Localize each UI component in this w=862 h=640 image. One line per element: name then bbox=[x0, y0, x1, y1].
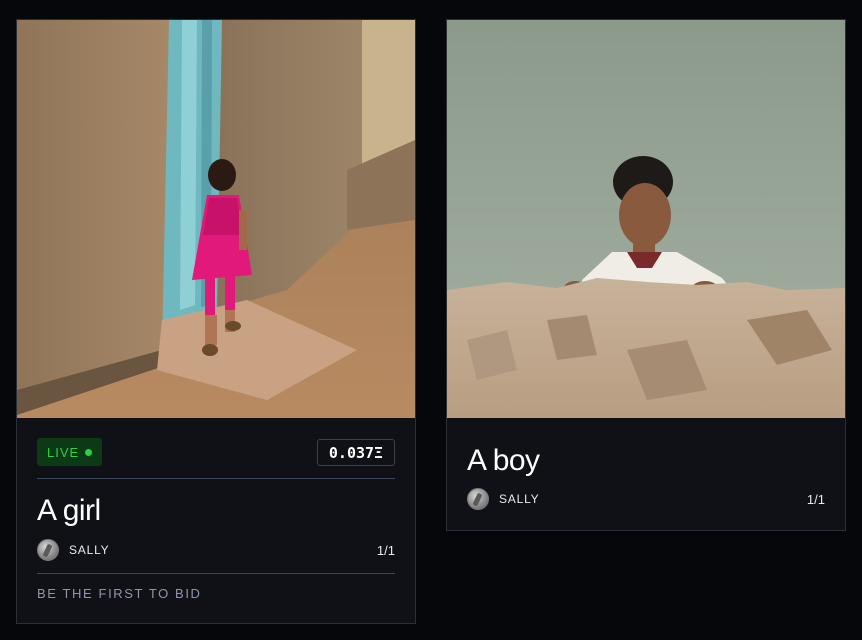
nft-card-girl[interactable]: LIVE 0.037Ξ A girl SALLY 1/1 BE THE FIRS… bbox=[16, 19, 416, 624]
price-display: 0.037Ξ bbox=[317, 439, 395, 466]
owner-name[interactable]: SALLY bbox=[499, 492, 539, 506]
boy-artwork bbox=[447, 20, 845, 418]
artwork-image[interactable] bbox=[17, 20, 415, 418]
divider bbox=[37, 478, 395, 479]
avatar[interactable] bbox=[467, 488, 489, 510]
edition-count: 1/1 bbox=[376, 543, 395, 558]
live-label: LIVE bbox=[47, 444, 80, 460]
bid-prompt[interactable]: BE THE FIRST TO BID bbox=[37, 586, 202, 601]
card-title[interactable]: A girl bbox=[37, 494, 101, 528]
nft-card-boy[interactable]: A boy SALLY 1/1 bbox=[446, 19, 846, 531]
owner-name[interactable]: SALLY bbox=[69, 543, 109, 557]
live-status-badge: LIVE bbox=[37, 438, 103, 466]
girl-artwork bbox=[17, 20, 415, 418]
card-title[interactable]: A boy bbox=[467, 444, 540, 478]
edition-count: 1/1 bbox=[806, 492, 825, 507]
artwork-image[interactable] bbox=[447, 20, 845, 418]
avatar[interactable] bbox=[37, 539, 59, 561]
owner-info[interactable]: SALLY bbox=[467, 488, 539, 510]
divider bbox=[37, 573, 395, 574]
live-dot-icon bbox=[85, 448, 93, 456]
owner-info[interactable]: SALLY bbox=[37, 539, 109, 561]
